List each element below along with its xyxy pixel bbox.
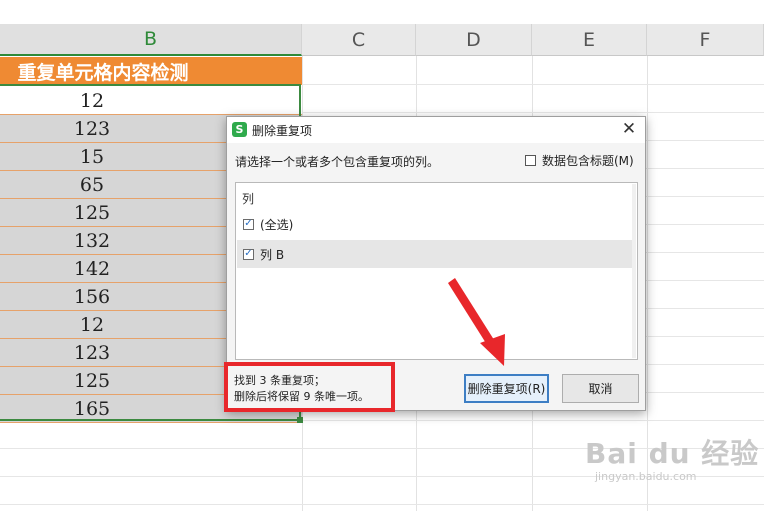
list-header: 列 — [242, 192, 255, 206]
checkbox-unchecked-icon[interactable] — [525, 155, 536, 166]
gridline — [302, 420, 764, 421]
baidu-logo: Bai du 经验 — [585, 437, 760, 470]
fill-handle[interactable] — [297, 417, 303, 423]
cell-value: 142 — [73, 257, 111, 280]
list-scrollbar[interactable] — [632, 184, 636, 358]
column-header-f[interactable]: F — [647, 24, 764, 56]
remove-duplicates-button[interactable]: 删除重复项(R) — [464, 374, 549, 403]
gridline — [302, 112, 764, 113]
dialog-instruction: 请选择一个或者多个包含重复项的列。 — [235, 155, 440, 169]
header-checkbox-label: 数据包含标题(M) — [542, 154, 634, 168]
cell-value: 12 — [79, 313, 105, 336]
column-header-c[interactable]: C — [302, 24, 416, 56]
cell-value: 132 — [73, 229, 111, 252]
cell-value: 123 — [73, 117, 111, 140]
gridline — [302, 84, 764, 85]
remove-duplicates-dialog: S 删除重复项 ✕ 请选择一个或者多个包含重复项的列。 数据包含标题(M) 列 … — [224, 116, 646, 412]
gridline — [0, 448, 302, 449]
column-header-d[interactable]: D — [416, 24, 532, 56]
checkmark-icon[interactable]: ✓ — [243, 218, 254, 230]
list-item-label: 列 B — [260, 247, 285, 262]
gridline — [0, 504, 302, 505]
dialog-titlebar[interactable]: S 删除重复项 ✕ — [227, 117, 645, 143]
cell-value: 125 — [73, 369, 111, 392]
list-item-label: (全选) — [260, 217, 294, 232]
ribbon-edge — [0, 0, 764, 25]
gridline — [302, 504, 764, 505]
gridline — [0, 476, 302, 477]
cancel-button[interactable]: 取消 — [562, 374, 639, 403]
table-header-text: 重复单元格内容检测 — [17, 61, 189, 84]
cell-value: 12 — [79, 89, 105, 112]
column-list: 列 ✓ (全选) ✓ 列 B — [235, 182, 638, 360]
table-header-cell[interactable]: 重复单元格内容检测 — [0, 57, 302, 85]
dialog-title: 删除重复项 — [252, 124, 313, 138]
column-header-e[interactable]: E — [532, 24, 647, 56]
status-line: 删除后将保留 9 条唯一项。 — [234, 390, 369, 403]
cell-value: 125 — [73, 201, 111, 224]
list-item-column-b[interactable]: ✓ 列 B — [237, 240, 636, 268]
baidu-watermark: Bai du 经验 jingyan.baidu.com — [585, 432, 759, 483]
close-icon[interactable]: ✕ — [619, 119, 639, 139]
list-item-select-all[interactable]: ✓ (全选) — [237, 210, 636, 238]
column-header-b[interactable]: B — [0, 24, 302, 56]
cell-value: 156 — [73, 285, 111, 308]
cell-value: 165 — [73, 397, 111, 420]
cell-value: 65 — [79, 173, 105, 196]
status-line: 找到 3 条重复项； — [234, 374, 325, 387]
result-status: 找到 3 条重复项； 删除后将保留 9 条唯一项。 — [224, 362, 395, 412]
cell-value: 123 — [73, 341, 111, 364]
header-checkbox[interactable]: 数据包含标题(M) — [525, 152, 634, 169]
data-cell[interactable]: 12 — [0, 87, 302, 115]
cell-value: 15 — [79, 145, 105, 168]
wps-app-icon: S — [232, 122, 247, 137]
checkmark-icon[interactable]: ✓ — [243, 248, 254, 260]
